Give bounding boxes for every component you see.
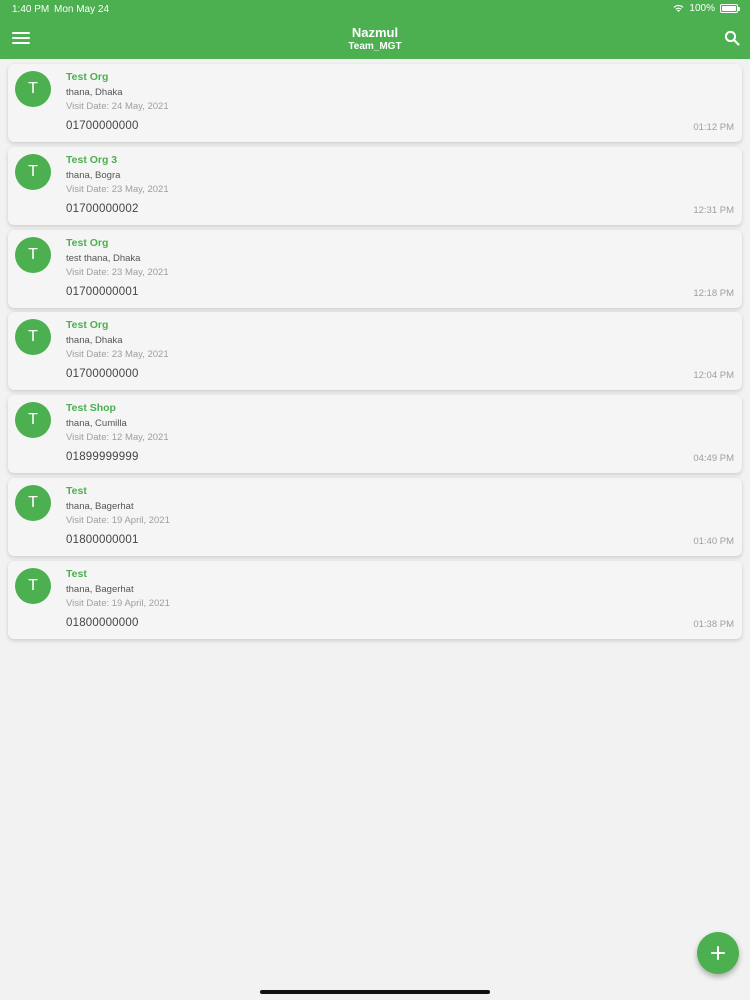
wifi-icon (673, 4, 684, 13)
org-name: Test Org (66, 236, 109, 249)
phone-number: 01800000001 (66, 533, 139, 546)
org-address: thana, Cumilla (66, 418, 127, 430)
visit-time: 01:40 PM (693, 535, 734, 547)
visit-time: 04:49 PM (693, 453, 734, 465)
avatar: T (15, 153, 51, 190)
list-item[interactable]: T Test Shop thana, Cumilla Visit Date: 1… (8, 395, 742, 474)
org-address: test thana, Dhaka (66, 252, 141, 264)
org-address: thana, Bogra (66, 169, 121, 181)
avatar: T (15, 484, 51, 521)
org-address: thana, Dhaka (66, 335, 123, 347)
org-name: Test Org 3 (66, 153, 118, 166)
visit-list: T Test Org thana, Dhaka Visit Date: 24 M… (8, 64, 742, 644)
phone-number: 01700000001 (66, 285, 139, 298)
visit-date: Visit Date: 12 May, 2021 (66, 432, 169, 444)
plus-icon (711, 946, 725, 960)
visit-time: 12:31 PM (693, 204, 734, 216)
phone-number: 01700000002 (66, 202, 139, 215)
org-name: Test (66, 484, 87, 497)
list-item[interactable]: T Test thana, Bagerhat Visit Date: 19 Ap… (8, 477, 742, 556)
visit-date: Visit Date: 23 May, 2021 (66, 183, 169, 195)
visit-time: 12:04 PM (693, 370, 734, 382)
list-item[interactable]: T Test thana, Bagerhat Visit Date: 19 Ap… (8, 560, 742, 639)
status-bar: 1:40 PM Mon May 24 100% (0, 0, 750, 18)
list-item[interactable]: T Test Org 3 thana, Bogra Visit Date: 23… (8, 146, 742, 225)
status-time: 1:40 PM (12, 4, 50, 15)
org-name: Test (66, 567, 87, 580)
org-address: thana, Bagerhat (66, 500, 134, 512)
visit-date: Visit Date: 24 May, 2021 (66, 101, 169, 112)
list-item[interactable]: T Test Org thana, Dhaka Visit Date: 23 M… (8, 312, 742, 391)
app-header: 1:40 PM Mon May 24 100% Nazmul Team_MGT (0, 0, 750, 59)
org-name: Test Shop (66, 402, 116, 415)
avatar: T (15, 567, 51, 604)
visit-date: Visit Date: 23 May, 2021 (66, 349, 169, 361)
status-date: Mon May 24 (54, 4, 110, 15)
avatar: T (15, 236, 51, 273)
visit-date: Visit Date: 19 April, 2021 (66, 597, 170, 609)
visit-date: Visit Date: 19 April, 2021 (66, 514, 170, 526)
page-title: Nazmul (351, 25, 399, 40)
visit-time: 01:12 PM (693, 122, 734, 133)
visit-date: Visit Date: 23 May, 2021 (66, 266, 169, 278)
phone-number: 01899999999 (66, 451, 139, 464)
org-address: thana, Bagerhat (66, 583, 134, 595)
list-item[interactable]: T Test Org test thana, Dhaka Visit Date:… (8, 229, 742, 308)
avatar: T (15, 71, 51, 107)
org-name: Test Org (66, 319, 109, 332)
header-title-block: Nazmul Team_MGT (0, 25, 750, 53)
status-indicators: 100% (673, 3, 740, 14)
avatar: T (15, 402, 51, 439)
page-subtitle: Team_MGT (348, 41, 402, 52)
home-indicator[interactable] (260, 990, 490, 994)
phone-number: 01700000000 (66, 368, 139, 381)
org-name: Test Org (66, 71, 109, 83)
battery-percent: 100% (689, 3, 715, 14)
visit-time: 01:38 PM (693, 618, 734, 630)
search-icon[interactable] (724, 30, 740, 46)
avatar: T (15, 319, 51, 356)
battery-icon (720, 4, 740, 13)
add-visit-button[interactable] (697, 932, 739, 974)
list-item[interactable]: T Test Org thana, Dhaka Visit Date: 24 M… (8, 64, 742, 142)
org-address: thana, Dhaka (66, 87, 123, 98)
phone-number: 01700000000 (66, 120, 139, 132)
visit-time: 12:18 PM (693, 287, 734, 299)
phone-number: 01800000000 (66, 616, 139, 629)
